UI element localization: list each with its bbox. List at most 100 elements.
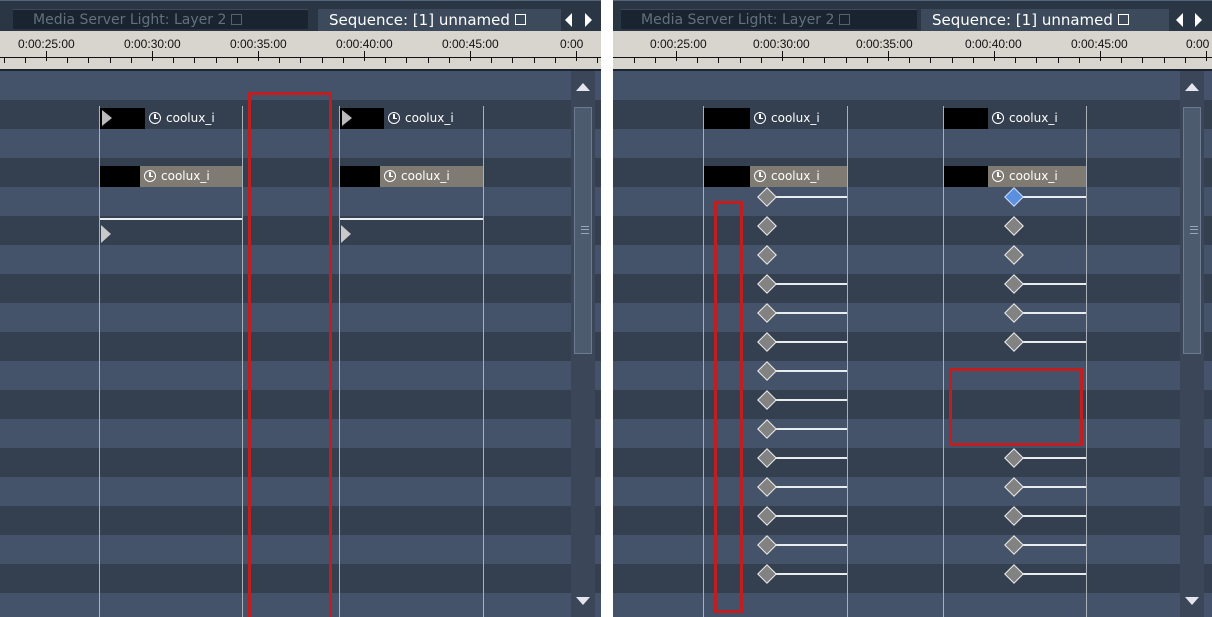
ruler-tick — [321, 57, 323, 63]
tab-sequence-label: Sequence: [1] unnamed — [932, 11, 1113, 29]
ruler-tick — [803, 57, 805, 63]
clip-thumbnail — [944, 166, 988, 187]
clip-label: coolux_i — [1009, 169, 1058, 183]
keyframe-line — [768, 515, 847, 517]
clip-label-wrap: coolux_i — [750, 108, 847, 129]
ruler-tick — [1121, 57, 1123, 63]
close-icon[interactable] — [1117, 14, 1129, 25]
ruler-tick — [760, 57, 762, 63]
keyframe-line — [1015, 544, 1086, 546]
media-clip[interactable]: coolux_i — [704, 166, 847, 187]
ruler-tick — [718, 57, 720, 63]
ruler-label: 0:00:45:00 — [442, 37, 499, 51]
ruler-tick — [173, 57, 175, 63]
tab-bar: Media Server Light: Layer 2 Sequence: [1… — [613, 0, 1212, 32]
tab-bar: Media Server Light: Layer 2 Sequence: [1… — [0, 0, 601, 32]
media-clip[interactable]: coolux_i — [340, 166, 483, 187]
vertical-scrollbar[interactable] — [571, 71, 595, 617]
tab-media-server-light[interactable]: Media Server Light: Layer 2 — [621, 9, 917, 29]
close-icon[interactable] — [514, 14, 526, 25]
ruler-tick — [576, 51, 577, 61]
scroll-down-icon[interactable] — [1185, 597, 1199, 605]
ruler-tick — [406, 57, 408, 63]
scroll-tabs-left-icon[interactable] — [565, 13, 572, 27]
keyframe-line — [1015, 341, 1086, 343]
clip-boundary — [483, 106, 484, 617]
ruler-label: 0:00 — [1186, 37, 1210, 51]
ruler-tick — [654, 57, 656, 63]
ruler-tick — [448, 57, 450, 63]
keyframe-start-marker[interactable] — [101, 225, 111, 243]
ruler-tick — [845, 57, 847, 63]
ruler-tick — [1142, 57, 1144, 63]
ruler-tick — [130, 57, 132, 63]
keyframe-line — [768, 573, 847, 575]
ruler-tick — [972, 57, 974, 63]
ruler-tick — [1057, 57, 1059, 63]
ruler-tick — [994, 51, 995, 61]
tab-sequence[interactable]: Sequence: [1] unnamed — [318, 9, 561, 32]
scroll-tabs-right-icon[interactable] — [585, 13, 592, 27]
media-clip[interactable]: coolux_i — [100, 108, 242, 129]
keyframe-line — [1015, 312, 1086, 314]
clock-icon — [149, 111, 161, 124]
ruler-tick — [427, 57, 429, 63]
scroll-up-icon[interactable] — [576, 83, 590, 91]
keyframe-start-marker[interactable] — [341, 225, 351, 243]
ruler-tick — [1100, 51, 1101, 61]
scroll-down-icon[interactable] — [576, 597, 590, 605]
ruler-tick — [1078, 57, 1080, 63]
scrollbar-thumb[interactable] — [1183, 107, 1201, 354]
track-row — [613, 71, 1212, 100]
media-clip[interactable]: coolux_i — [944, 108, 1086, 129]
keyframe-line — [768, 196, 847, 198]
media-clip[interactable]: coolux_i — [704, 108, 847, 129]
keyframe-line — [768, 544, 847, 546]
close-icon[interactable] — [231, 13, 243, 25]
ruler-tick — [491, 57, 493, 63]
clip-thumbnail — [704, 108, 750, 129]
clock-icon — [384, 169, 396, 182]
clock-icon — [144, 169, 156, 182]
clip-label: coolux_i — [771, 111, 820, 125]
tab-media-server-light-label: Media Server Light: Layer 2 — [33, 12, 227, 28]
ruler-tick — [46, 51, 47, 61]
clip-label: coolux_i — [405, 111, 454, 125]
right-sequence-panel: Media Server Light: Layer 2 Sequence: [1… — [613, 0, 1212, 617]
tab-media-server-light[interactable]: Media Server Light: Layer 2 — [13, 9, 308, 29]
clip-boundary — [1086, 106, 1087, 617]
clip-label-wrap: coolux_i — [750, 166, 847, 187]
tab-media-server-light-label: Media Server Light: Layer 2 — [641, 12, 835, 28]
ruler-tick — [258, 51, 259, 61]
ruler-tick — [342, 57, 344, 63]
scroll-tabs-left-icon[interactable] — [1176, 13, 1183, 27]
clip-label: coolux_i — [166, 111, 215, 125]
close-icon[interactable] — [839, 13, 851, 25]
keyframe-line — [768, 370, 847, 372]
clip-thumbnail — [944, 108, 988, 129]
timecode-ruler[interactable]: 0:00:25:00 0:00:30:00 0:00:35:00 0:00:40… — [613, 31, 1212, 71]
media-clip[interactable]: coolux_i — [340, 108, 483, 129]
scrollbar-thumb[interactable] — [574, 107, 592, 354]
ruler-tick — [554, 57, 556, 63]
scroll-tabs-right-icon[interactable] — [1195, 13, 1202, 27]
ruler-tick — [152, 51, 153, 61]
tab-sequence[interactable]: Sequence: [1] unnamed — [921, 9, 1169, 32]
clock-icon — [754, 111, 766, 124]
timeline-tracks[interactable]: coolux_i coolux_i coolux_i coolux_i — [0, 71, 601, 617]
scroll-up-icon[interactable] — [1185, 83, 1199, 91]
vertical-scrollbar[interactable] — [1180, 71, 1204, 617]
panel-divider — [601, 0, 613, 617]
media-clip[interactable]: coolux_i — [944, 166, 1086, 187]
ruler-label: 0:00:40:00 — [965, 37, 1022, 51]
grip-icon — [1190, 226, 1198, 234]
keyframe-line — [768, 486, 847, 488]
ruler-tick — [67, 57, 69, 63]
keyframe-line — [1015, 283, 1086, 285]
media-clip[interactable]: coolux_i — [100, 166, 242, 187]
clip-boundary — [847, 106, 848, 617]
timecode-ruler[interactable]: 0:00:25:00 0:00:30:00 0:00:35:00 0:00:40… — [0, 31, 601, 71]
keyframe-line — [1015, 486, 1086, 488]
timeline-tracks[interactable]: coolux_i coolux_i coolux_i coolux_i — [613, 71, 1212, 617]
clip-label-wrap: coolux_i — [988, 108, 1086, 129]
